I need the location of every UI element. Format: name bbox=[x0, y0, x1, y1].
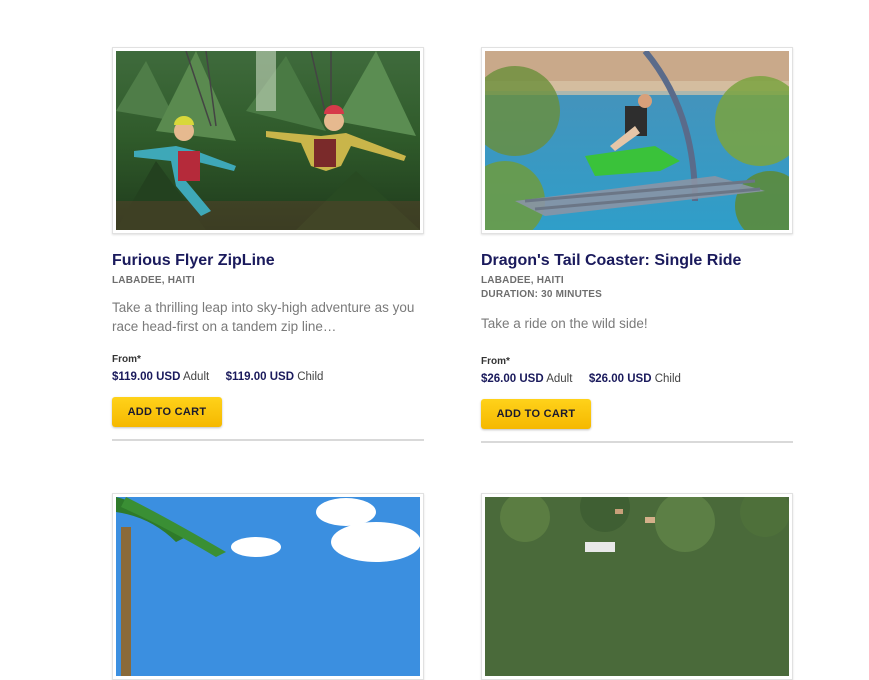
adult-label: Adult bbox=[546, 373, 573, 385]
adult-price: $26.00 USD bbox=[481, 373, 544, 385]
product-location: LABADEE, HAITI bbox=[481, 275, 564, 286]
product-card bbox=[481, 493, 793, 680]
card-divider bbox=[112, 439, 424, 441]
product-title[interactable]: Furious Flyer ZipLine bbox=[112, 251, 424, 271]
zipline-image bbox=[116, 51, 420, 230]
hillside-photo[interactable] bbox=[485, 497, 789, 676]
product-card: Dragon's Tail Coaster: Single Ride LABAD… bbox=[481, 47, 793, 443]
adult-price: $119.00 USD bbox=[112, 371, 181, 383]
product-photo-frame[interactable] bbox=[481, 493, 793, 680]
product-card: Furious Flyer ZipLine LABADEE, HAITI Tak… bbox=[112, 47, 424, 441]
product-location: LABADEE, HAITI bbox=[112, 275, 195, 286]
add-to-cart-button[interactable]: ADD TO CART bbox=[112, 397, 222, 427]
child-label: Child bbox=[654, 373, 681, 385]
add-to-cart-button[interactable]: ADD TO CART bbox=[481, 399, 591, 429]
child-price: $119.00 USD bbox=[225, 371, 295, 383]
product-title[interactable]: Dragon's Tail Coaster: Single Ride bbox=[481, 251, 793, 271]
child-price: $26.00 USD bbox=[588, 373, 652, 385]
adult-label: Adult bbox=[182, 371, 210, 383]
product-card bbox=[112, 493, 424, 680]
price-from-label: From* bbox=[481, 356, 510, 367]
product-photo-frame[interactable] bbox=[112, 493, 424, 680]
card-divider bbox=[481, 441, 793, 443]
beach-image bbox=[116, 497, 420, 676]
beach-photo[interactable] bbox=[116, 497, 420, 676]
price-line: $119.00 USD Adult $119.00 USD Child bbox=[112, 369, 424, 385]
hillside-image bbox=[485, 497, 789, 676]
product-photo-frame[interactable] bbox=[481, 47, 793, 234]
product-description: Take a ride on the wild side! bbox=[481, 316, 648, 331]
product-description: Take a thrilling leap into sky-high adve… bbox=[112, 300, 415, 334]
child-label: Child bbox=[297, 371, 324, 383]
price-line: $26.00 USD Adult $26.00 USD Child bbox=[481, 371, 793, 387]
product-duration: DURATION: 30 MINUTES bbox=[481, 289, 603, 300]
zipline-photo[interactable] bbox=[116, 51, 420, 230]
product-photo-frame[interactable] bbox=[112, 47, 424, 234]
coaster-image bbox=[485, 51, 789, 230]
coaster-photo[interactable] bbox=[485, 51, 789, 230]
price-from-label: From* bbox=[112, 354, 141, 365]
